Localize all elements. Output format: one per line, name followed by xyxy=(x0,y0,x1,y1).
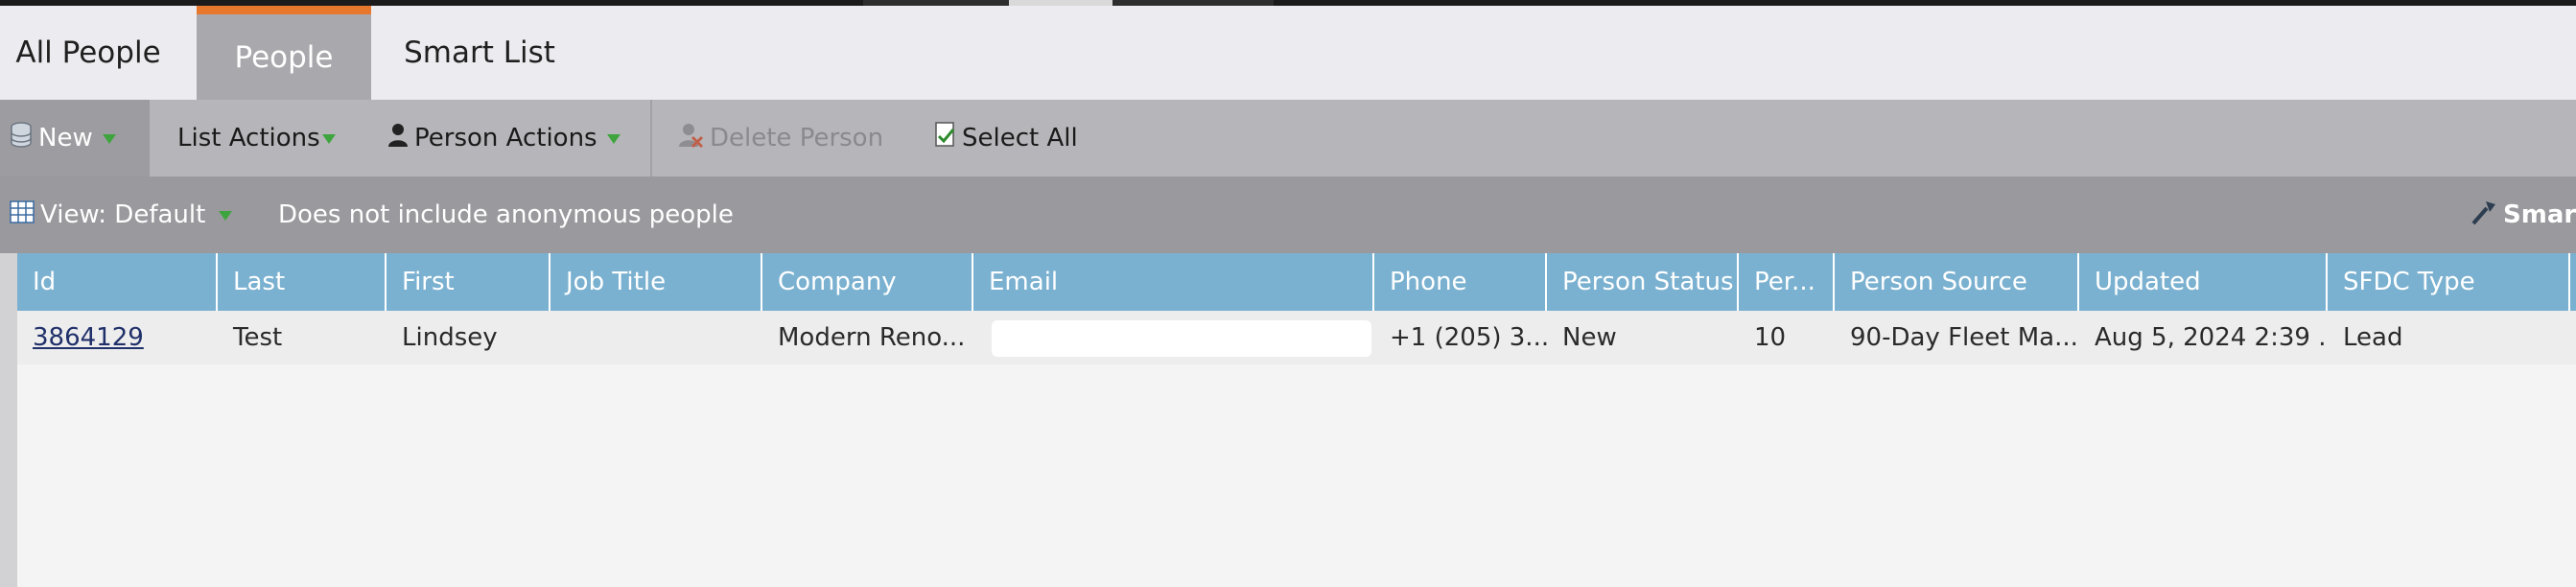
cell-text: +1 (205) 3... xyxy=(1390,323,1547,352)
column-header-label: Id xyxy=(33,268,57,296)
wand-icon xyxy=(2471,199,2497,232)
list-actions-label: List Actions xyxy=(177,124,320,153)
tab-bar: All People People Smart List xyxy=(0,6,2576,100)
person-icon xyxy=(387,122,409,155)
column-header-label: Job Title xyxy=(566,268,667,296)
column-header-label: Person Source xyxy=(1850,268,2027,296)
chevron-down-icon xyxy=(321,134,336,144)
chevron-down-icon xyxy=(219,211,233,221)
column-header-label: Email xyxy=(989,268,1059,296)
column-header-id[interactable]: Id xyxy=(17,253,218,311)
cell-per: 10 xyxy=(1739,311,1835,364)
cell-id-link[interactable]: 3864129 xyxy=(17,311,218,364)
column-header-first[interactable]: First xyxy=(386,253,550,311)
filter-note: Does not include anonymous people xyxy=(278,176,734,253)
cell-phone: +1 (205) 3... xyxy=(1374,311,1547,364)
toolbar-divider xyxy=(650,100,652,176)
person-actions-label: Person Actions xyxy=(414,124,597,153)
column-header-person-source[interactable]: Person Source xyxy=(1835,253,2079,311)
checklist-icon xyxy=(935,121,956,155)
column-header-label: Company xyxy=(778,268,897,296)
tab-all-people[interactable]: All People xyxy=(0,6,176,100)
column-header-label: Last xyxy=(233,268,286,296)
chevron-down-icon xyxy=(606,134,621,144)
column-header-person-status[interactable]: Person Status xyxy=(1547,253,1739,311)
column-header-label: Updated xyxy=(2095,268,2201,296)
view-selector[interactable]: View: Default xyxy=(10,176,233,253)
cell-person-source: 90-Day Fleet Ma... xyxy=(1835,311,2079,364)
list-actions-button[interactable]: List Actions xyxy=(177,100,336,176)
delete-person-label: Delete Person xyxy=(710,124,884,153)
left-gutter xyxy=(0,253,17,587)
view-bar: View: Default Does not include anonymous… xyxy=(0,176,2576,253)
cell-person-status: New xyxy=(1547,311,1739,364)
cell-text[interactable]: 3864129 xyxy=(33,323,144,352)
cell-text: Aug 5, 2024 2:39 ... xyxy=(2095,323,2328,352)
column-header-label: SFDC Type xyxy=(2343,268,2475,296)
column-header-email[interactable]: Email xyxy=(973,253,1374,311)
cell-text: 90-Day Fleet Ma... xyxy=(1850,323,2078,352)
column-header-label: Per... xyxy=(1754,268,1815,296)
tab-smart-list[interactable]: Smart List xyxy=(384,6,575,100)
cell-text: Lead xyxy=(2343,323,2403,352)
person-actions-button[interactable]: Person Actions xyxy=(387,100,621,176)
column-header-label: Phone xyxy=(1390,268,1467,296)
new-button-label: New xyxy=(38,124,93,153)
cell-text: Lindsey xyxy=(402,323,498,352)
column-header-sfdc-type[interactable]: SFDC Type xyxy=(2328,253,2570,311)
column-header-label: First xyxy=(402,268,455,296)
table-row[interactable]: 3864129 Test Lindsey Modern Reno... +1 (… xyxy=(17,311,2576,364)
column-header-phone[interactable]: Phone xyxy=(1374,253,1547,311)
column-header-per[interactable]: Per... xyxy=(1739,253,1835,311)
new-button[interactable]: New xyxy=(0,100,150,176)
cell-first: Lindsey xyxy=(386,311,550,364)
database-icon xyxy=(10,121,33,155)
column-header-label: Person Status xyxy=(1562,268,1734,296)
smart-button[interactable]: Smart xyxy=(2471,176,2576,253)
table-header: Id Last First Job Title Company Email Ph… xyxy=(17,253,2576,311)
smart-label: Smart xyxy=(2503,200,2576,229)
column-header-company[interactable]: Company xyxy=(762,253,973,311)
cell-company: Modern Reno... xyxy=(762,311,973,364)
tab-label: People xyxy=(234,39,334,75)
filter-note-text: Does not include anonymous people xyxy=(278,200,734,229)
column-header-updated[interactable]: Updated xyxy=(2079,253,2328,311)
cell-text: Test xyxy=(233,323,283,352)
tab-label: Smart List xyxy=(404,35,555,70)
cell-text: 10 xyxy=(1754,323,1787,352)
cell-email-redacted xyxy=(992,320,1371,357)
tab-label: All People xyxy=(15,35,161,70)
cell-last: Test xyxy=(218,311,386,364)
view-label: View: Default xyxy=(40,200,206,229)
toolbar: New List Actions Person Actions Delete P… xyxy=(0,100,2576,176)
tab-people[interactable]: People xyxy=(197,6,371,100)
grid-view-icon xyxy=(10,200,35,230)
column-header-job-title[interactable]: Job Title xyxy=(550,253,762,311)
cell-sfdc-type: Lead xyxy=(2328,311,2570,364)
chevron-down-icon xyxy=(102,134,116,144)
cell-job-title xyxy=(550,311,762,364)
delete-person-icon xyxy=(679,122,704,155)
delete-person-button[interactable]: Delete Person xyxy=(679,100,883,176)
cell-text: Modern Reno... xyxy=(778,323,966,352)
column-header-last[interactable]: Last xyxy=(218,253,386,311)
select-all-button[interactable]: Select All xyxy=(935,100,1078,176)
select-all-label: Select All xyxy=(962,124,1078,153)
table-empty-area xyxy=(17,364,2576,587)
cell-updated: Aug 5, 2024 2:39 ... xyxy=(2079,311,2328,364)
cell-text: New xyxy=(1562,323,1617,352)
